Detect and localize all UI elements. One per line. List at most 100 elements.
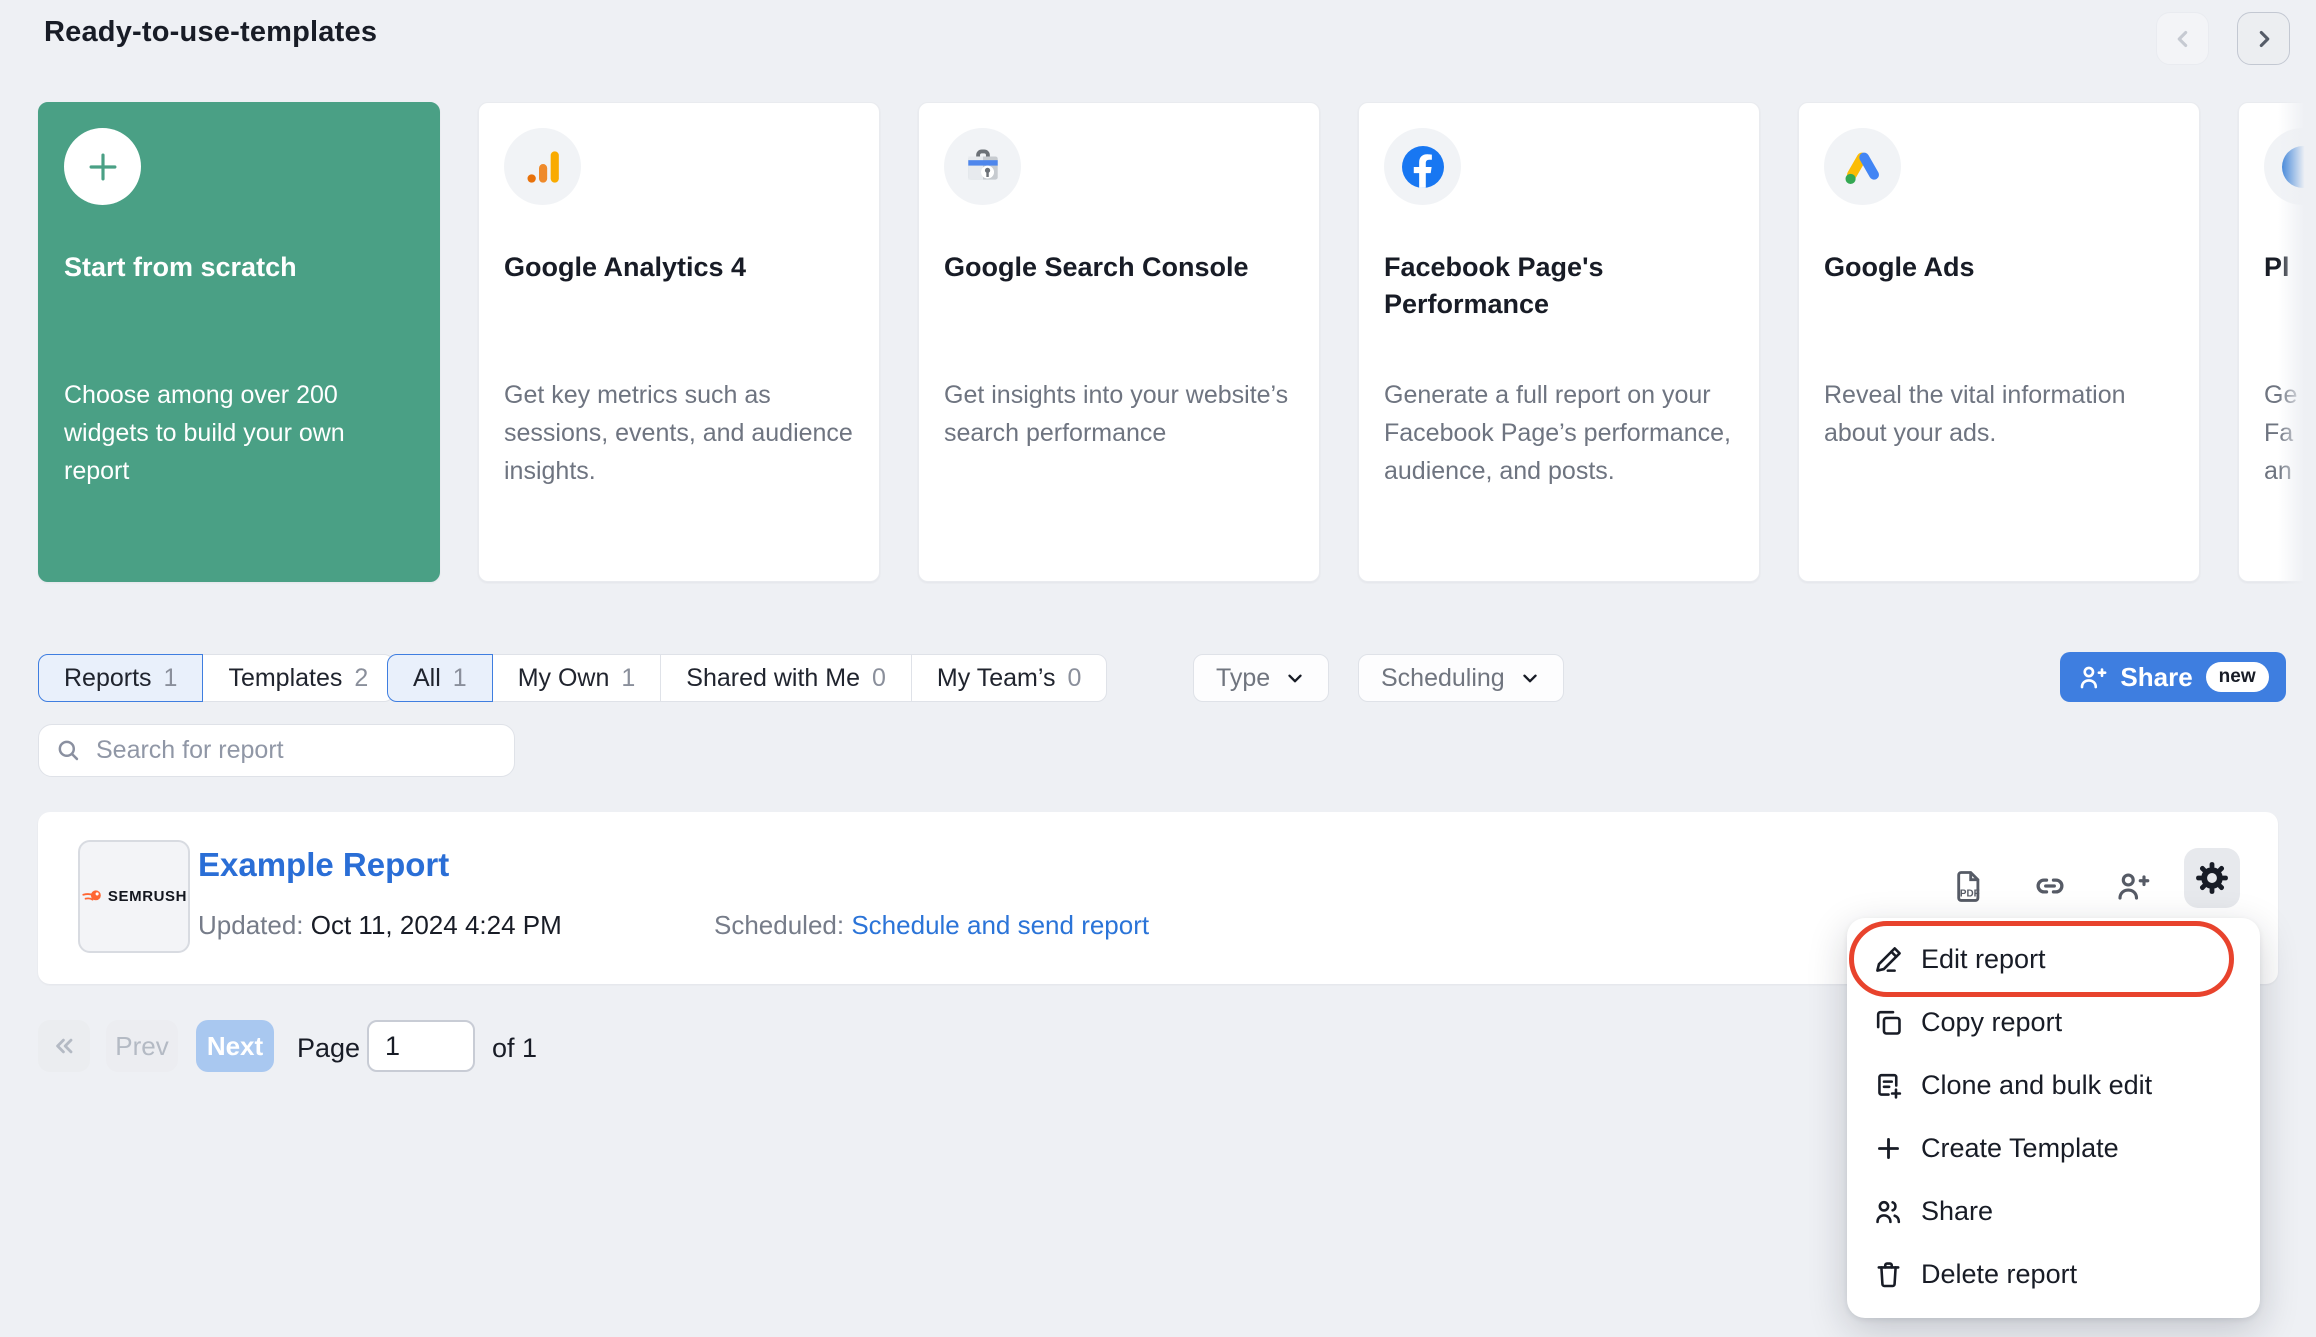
menu-item-label: Copy report [1921,1007,2062,1038]
template-card-google-search-console[interactable]: Google Search Console Get insights into … [918,102,1320,582]
copy-link-button[interactable] [2030,866,2070,906]
tab-my-own-label: My Own [518,664,610,693]
chevron-down-icon [1284,667,1306,689]
tab-templates-count: 2 [354,664,368,693]
card-description: Choose among over 200 widgets to build y… [64,376,416,490]
updated-line: Updated: Oct 11, 2024 4:24 PM [198,910,562,941]
google-ads-icon [1824,128,1901,205]
card-description: Get key metrics such as sessions, events… [504,376,856,490]
page-number-input[interactable] [367,1020,475,1072]
search-input[interactable] [96,736,498,765]
tab-shared-label: Shared with Me [686,664,860,693]
search-icon [55,737,82,764]
first-page-button[interactable] [38,1020,90,1072]
card-description: Reveal the vital information about your … [1824,376,2176,452]
tab-all[interactable]: All 1 [387,654,493,702]
menu-item-label: Create Template [1921,1133,2119,1164]
schedule-and-send-link[interactable]: Schedule and send report [851,910,1149,940]
plus-icon [64,128,141,205]
google-search-console-icon [944,128,1021,205]
scheduling-dropdown-label: Scheduling [1381,664,1505,693]
scheduling-dropdown[interactable]: Scheduling [1358,654,1564,702]
tab-all-count: 1 [453,664,467,693]
template-card-google-ads[interactable]: Google Ads Reveal the vital information … [1798,102,2200,582]
ownership-filter-tabs: All 1 My Own 1 Shared with Me 0 My Team’… [387,654,1107,702]
gear-icon [2194,860,2230,896]
menu-item-delete-report[interactable]: Delete report [1847,1243,2260,1306]
updated-value: Oct 11, 2024 4:24 PM [311,910,562,940]
chevron-left-icon [2170,26,2196,52]
share-button[interactable]: Share new [2060,652,2286,702]
card-title: Google Analytics 4 [504,249,809,286]
page-of-label: of 1 [492,1033,537,1064]
partial-blue-icon [2264,128,2316,205]
next-page-button[interactable]: Next [196,1020,274,1072]
tab-my-teams[interactable]: My Team’s 0 [911,654,1107,702]
card-title: Facebook Page's Performance [1384,249,1689,323]
share-report-button[interactable] [2112,866,2152,906]
search-box [38,724,515,777]
prev-page-button[interactable]: Prev [106,1020,178,1072]
template-card-facebook-performance[interactable]: Facebook Page's Performance Generate a f… [1358,102,1760,582]
scheduled-line: Scheduled: Schedule and send report [714,910,1149,941]
card-description: Get insights into your website’s search … [944,376,1296,452]
trash-icon [1873,1259,1904,1290]
template-card-start-from-scratch[interactable]: Start from scratch Choose among over 200… [38,102,440,582]
type-dropdown-label: Type [1216,664,1270,693]
tab-reports-count: 1 [164,664,178,693]
report-thumbnail[interactable]: SEMRUSH [78,840,190,953]
plus-icon [1873,1133,1904,1164]
page-label: Page [297,1033,360,1064]
tab-all-label: All [413,664,441,693]
new-badge: new [2206,662,2269,692]
tab-templates[interactable]: Templates 2 [202,654,394,702]
share-button-label: Share [2120,662,2192,693]
copy-icon [1873,1007,1904,1038]
tab-my-own-count: 1 [621,664,635,693]
card-title: Google Search Console [944,249,1249,286]
menu-item-label: Delete report [1921,1259,2077,1290]
template-card-google-analytics-4[interactable]: Google Analytics 4 Get key metrics such … [478,102,880,582]
tab-reports[interactable]: Reports 1 [38,654,203,702]
my-reports-page: Ready-to-use-templates Start from scratc… [0,0,2316,1337]
facebook-icon [1384,128,1461,205]
tab-my-own[interactable]: My Own 1 [492,654,662,702]
menu-item-share[interactable]: Share [1847,1180,2260,1243]
menu-item-edit-report[interactable]: Edit report [1847,928,2260,991]
updated-label: Updated: [198,910,304,940]
tab-shared-count: 0 [872,664,886,693]
card-title: Google Ads [1824,249,2129,286]
download-pdf-button[interactable]: PDF [1948,866,1988,906]
menu-item-label: Edit report [1921,944,2046,975]
template-card-partial[interactable]: Pl Ge Fa an [2238,102,2316,582]
menu-item-copy-report[interactable]: Copy report [1847,991,2260,1054]
person-plus-icon [2077,662,2107,692]
menu-item-clone-and-bulk-edit[interactable]: Clone and bulk edit [1847,1054,2260,1117]
tab-templates-label: Templates [228,664,342,693]
carousel-prev-button[interactable] [2156,12,2209,65]
double-chevron-left-icon [50,1032,78,1060]
type-dropdown[interactable]: Type [1193,654,1329,702]
card-description: Generate a full report on your Facebook … [1384,376,1736,490]
pdf-icon: PDF [1950,868,1986,904]
tab-my-teams-label: My Team’s [937,664,1056,693]
semrush-logo-icon [81,886,103,908]
report-context-menu: Edit report Copy report Clone and bulk e… [1847,918,2260,1318]
menu-item-create-template[interactable]: Create Template [1847,1117,2260,1180]
semrush-logo-text: SEMRUSH [108,888,187,905]
pencil-icon [1873,944,1904,975]
reports-templates-tabs: Reports 1 Templates 2 [38,654,394,702]
svg-text:PDF: PDF [1960,889,1980,900]
chevron-down-icon [1519,667,1541,689]
card-title: Start from scratch [64,249,369,286]
page-title: Ready-to-use-templates [44,16,377,49]
report-settings-button[interactable] [2184,848,2240,908]
card-description: Ge Fa an [2264,376,2316,490]
tab-shared-with-me[interactable]: Shared with Me 0 [660,654,912,702]
chevron-right-icon [2251,26,2277,52]
carousel-next-button[interactable] [2237,12,2290,65]
report-title-link[interactable]: Example Report [198,846,449,884]
menu-item-label: Share [1921,1196,1993,1227]
scheduled-label: Scheduled: [714,910,844,940]
clone-icon [1873,1070,1904,1101]
